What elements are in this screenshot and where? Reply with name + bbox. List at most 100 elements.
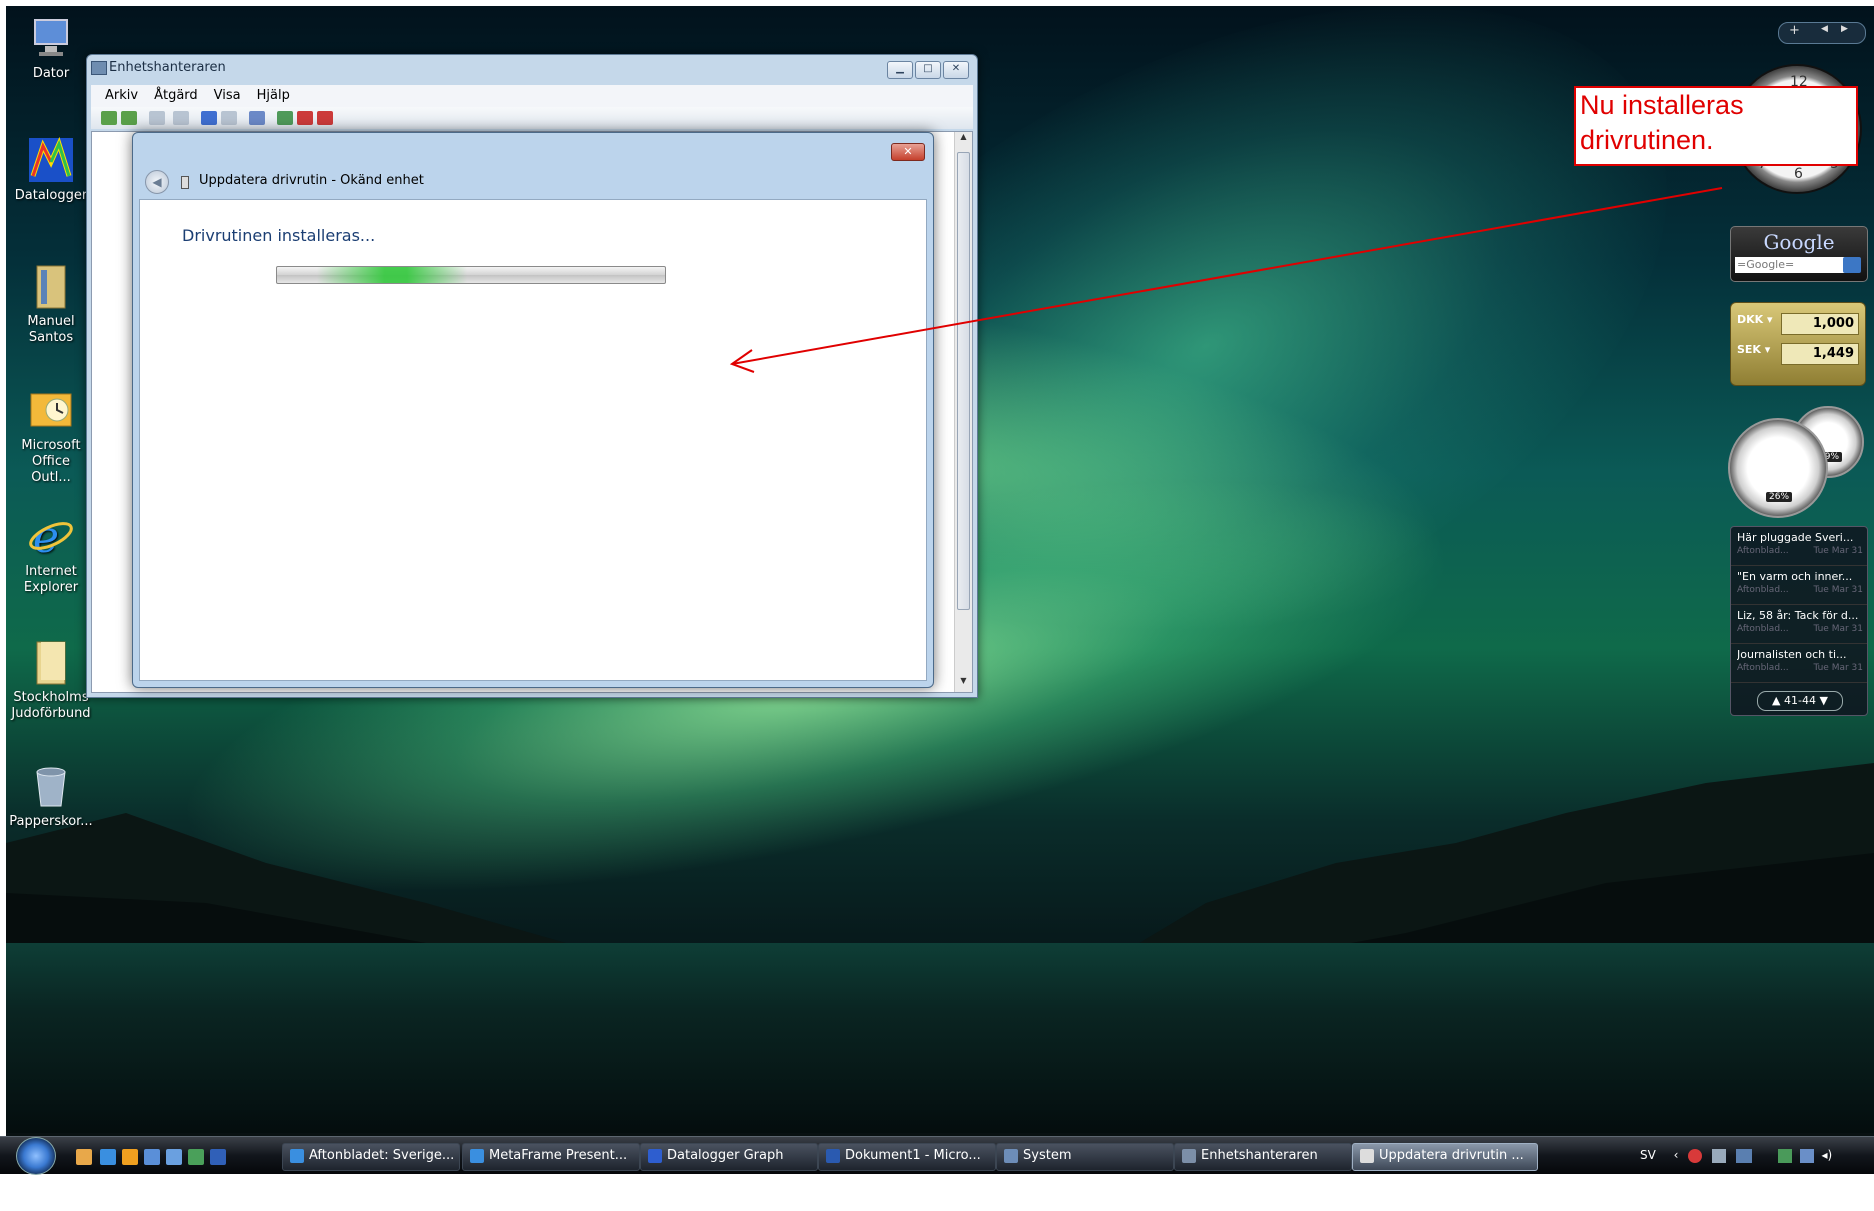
ie-icon[interactable] (100, 1149, 116, 1165)
google-search-input[interactable]: =Google= (1735, 257, 1845, 273)
taskbar-button[interactable]: Datalogger Graph (640, 1143, 818, 1171)
search-icon[interactable] (1843, 257, 1861, 273)
scrollbar-thumb[interactable] (957, 152, 970, 610)
enable-device-icon[interactable] (277, 111, 293, 125)
news-item[interactable]: Journalisten och ti... Aftonblad... Tue … (1731, 644, 1867, 683)
desktop-icon-recycle-bin[interactable]: Papperskor... (6, 762, 96, 830)
user-folder-icon (27, 262, 75, 310)
remote-desktop-icon[interactable] (166, 1149, 182, 1165)
news-item[interactable]: Liz, 58 år: Tack för d... Aftonblad... T… (1731, 605, 1867, 644)
scroll-down-icon[interactable]: ▼ (955, 676, 972, 692)
tray-expand-icon[interactable]: ‹ (1674, 1148, 1679, 1162)
next-icon[interactable]: ▶ (1841, 24, 1848, 34)
previous-icon[interactable]: ◀ (1821, 24, 1828, 34)
show-desktop-icon[interactable] (76, 1149, 92, 1165)
datalogger-shortcut-icon (27, 136, 75, 184)
menu-visa[interactable]: Visa (214, 85, 241, 107)
device-manager-icon (1182, 1149, 1196, 1163)
menu-arkiv[interactable]: Arkiv (105, 85, 138, 107)
language-indicator[interactable]: SV (1640, 1148, 1656, 1162)
word-icon (826, 1149, 840, 1163)
back-arrow-icon[interactable] (101, 111, 117, 125)
media-icon[interactable] (122, 1149, 138, 1165)
folder-icon (27, 638, 75, 686)
desktop-icon-computer[interactable]: Dator (6, 14, 96, 82)
taskbar-button[interactable]: Enhetshanteraren (1174, 1143, 1352, 1171)
forward-arrow-icon[interactable] (121, 111, 137, 125)
ie-icon (290, 1149, 304, 1163)
news-item[interactable]: "En varm och inner... Aftonblad... Tue M… (1731, 566, 1867, 605)
sidebar-controls[interactable]: + ◀ ▶ (1778, 22, 1866, 44)
scan-hardware-icon[interactable] (221, 111, 237, 125)
network-icon[interactable] (1712, 1148, 1727, 1163)
menu-atgard[interactable]: Åtgärd (154, 85, 198, 107)
currency-code[interactable]: SEK ▾ (1737, 343, 1770, 363)
help-icon[interactable] (201, 111, 217, 125)
cpu-meter-gadget: 26% (1728, 418, 1828, 518)
news-headline: Liz, 58 år: Tack för d... (1737, 609, 1859, 622)
desktop-icon-ie[interactable]: e Internet Explorer (6, 512, 96, 596)
desktop-icon-label: Microsoft Office Outl... (21, 438, 81, 485)
update-driver-dialog[interactable]: ✕ ◀ Uppdatera drivrutin - Okänd enhet Dr… (132, 132, 934, 688)
display-settings-icon[interactable] (1735, 1148, 1752, 1163)
system-tray: SV ‹ ◂) 08:43 (1640, 1137, 1874, 1199)
desktop-icon-label: Manuel Santos (27, 314, 75, 345)
update-driver-icon[interactable] (249, 111, 265, 125)
add-gadget-icon[interactable]: + (1789, 23, 1800, 38)
taskbar-button[interactable]: MetaFrame Present... (462, 1143, 640, 1171)
back-button[interactable]: ◀ (145, 170, 169, 194)
scrollbar[interactable]: ▲ ▼ (954, 132, 972, 692)
view-icon[interactable] (173, 111, 189, 125)
news-feed-gadget: Här pluggade Sveri... Aftonblad... Tue M… (1730, 526, 1868, 716)
menu-hjalp[interactable]: Hjälp (257, 85, 290, 107)
news-date: Tue Mar 31 (1813, 585, 1863, 595)
system-icon (1004, 1149, 1018, 1163)
power-icon[interactable] (1777, 1148, 1792, 1163)
currency-code[interactable]: DKK ▾ (1737, 313, 1773, 333)
volume-icon[interactable]: ◂) (1821, 1148, 1832, 1162)
google-search-gadget: Google =Google= (1730, 226, 1868, 282)
currency-value[interactable]: 1,449 (1781, 343, 1859, 365)
taskbar-button-active[interactable]: Uppdatera drivrutin ... (1352, 1143, 1538, 1171)
taskbar-button[interactable]: System (996, 1143, 1174, 1171)
connection-icon[interactable] (1799, 1148, 1814, 1163)
clock-time[interactable]: 08:43 (1652, 1185, 1687, 1199)
outlook-shortcut-icon (27, 386, 75, 434)
currency-gadget: DKK ▾ 1,000 SEK ▾ 1,449 (1730, 302, 1866, 386)
desktop-icon-folder[interactable]: Stockholms Judoförbund (6, 638, 96, 722)
menu-bar: Arkiv Åtgärd Visa Hjälp (91, 85, 973, 107)
datalogger-icon (648, 1149, 662, 1163)
news-item[interactable]: Här pluggade Sveri... Aftonblad... Tue M… (1731, 527, 1867, 566)
ie-icon (470, 1149, 484, 1163)
desktop-icon-user-folder[interactable]: Manuel Santos (6, 262, 96, 346)
start-button[interactable] (16, 1137, 56, 1175)
security-alert-icon[interactable] (1688, 1148, 1703, 1163)
window-title-bar[interactable]: Enhetshanteraren ▁ □ ✕ (87, 55, 977, 81)
switch-windows-icon[interactable] (144, 1149, 160, 1165)
progress-marquee (317, 267, 467, 283)
desktop-icon-datalogger[interactable]: Datalogger (6, 136, 96, 204)
display-icon[interactable] (210, 1149, 226, 1165)
properties-icon[interactable] (149, 111, 165, 125)
scroll-up-icon[interactable]: ▲ (955, 132, 972, 148)
uninstall-device-icon[interactable] (317, 111, 333, 125)
currency-value[interactable]: 1,000 (1781, 313, 1859, 335)
installing-heading: Drivrutinen installeras... (182, 226, 376, 245)
desktop-icon-outlook[interactable]: Microsoft Office Outl... (6, 386, 96, 486)
taskbar-button[interactable]: Aftonbladet: Sverige... (282, 1143, 460, 1171)
news-date: Tue Mar 31 (1813, 624, 1863, 634)
disable-device-icon[interactable] (297, 111, 313, 125)
taskbar-button[interactable]: Dokument1 - Micro... (818, 1143, 996, 1171)
news-date: Tue Mar 31 (1813, 546, 1863, 556)
cpu-usage: 26% (1766, 492, 1793, 502)
maximize-button[interactable]: □ (915, 61, 941, 79)
device-manager-icon (91, 61, 107, 75)
close-button[interactable]: ✕ (943, 61, 969, 79)
calculator-icon[interactable] (188, 1149, 204, 1165)
news-pager[interactable]: ▲ 41-44 ▼ (1757, 691, 1843, 711)
annotation-callout: Nu installeras drivrutinen. (1574, 86, 1858, 166)
device-icon (181, 176, 189, 189)
dialog-close-button[interactable]: ✕ (891, 143, 925, 161)
minimize-button[interactable]: ▁ (887, 61, 913, 79)
window-title: Enhetshanteraren (109, 60, 226, 75)
